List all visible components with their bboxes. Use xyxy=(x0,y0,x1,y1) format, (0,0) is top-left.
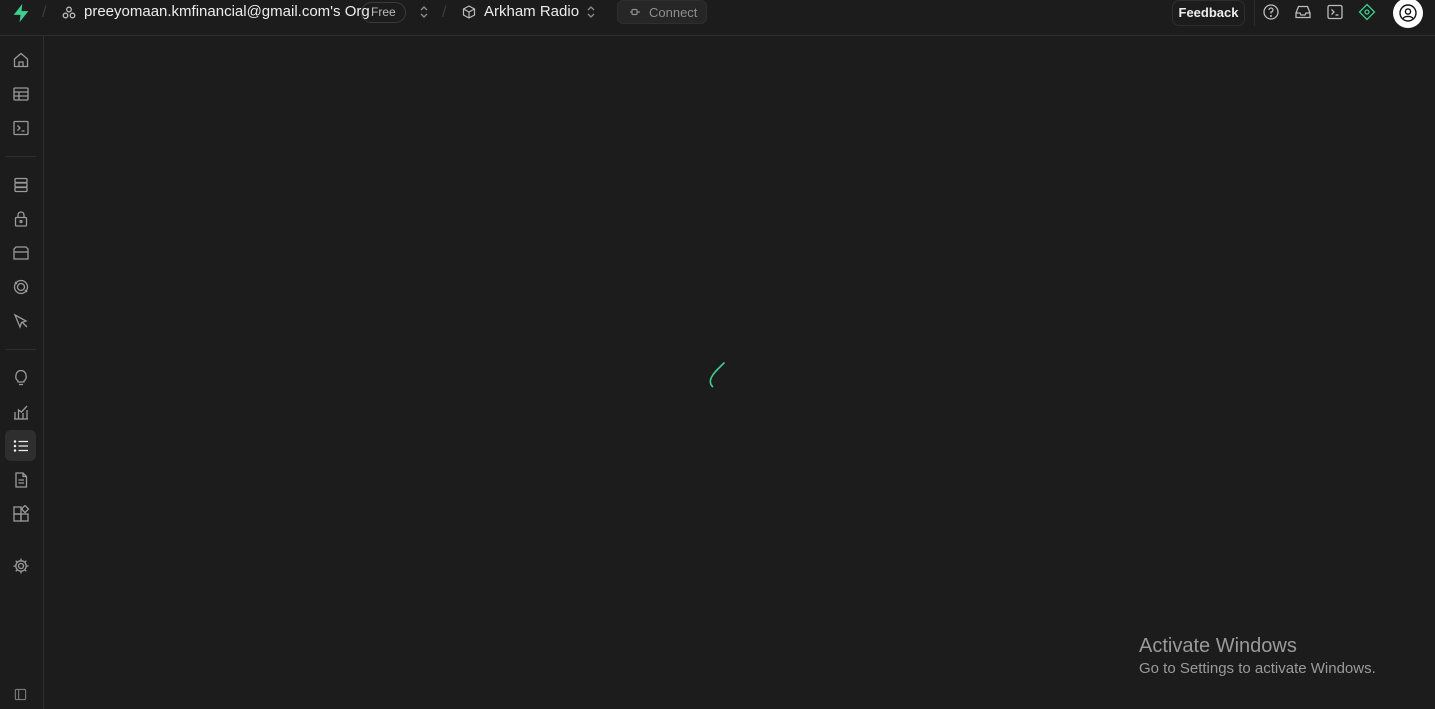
table-editor-icon xyxy=(12,86,29,101)
reports-icon xyxy=(13,405,28,420)
sidebar-item-integrations[interactable] xyxy=(5,498,36,529)
breadcrumb-separator: / xyxy=(442,4,447,21)
api-docs-icon xyxy=(14,471,27,488)
sidebar-item-authentication[interactable] xyxy=(5,203,36,234)
home-icon xyxy=(13,52,28,67)
sidebar-item-api-docs[interactable] xyxy=(5,464,36,495)
advisors-icon xyxy=(14,369,27,385)
sidebar-item-reports[interactable] xyxy=(5,396,36,427)
authentication-icon xyxy=(14,210,27,227)
connect-button[interactable]: Connect xyxy=(617,0,707,24)
logs-icon xyxy=(13,439,28,452)
storage-icon xyxy=(12,245,29,260)
sidebar-item-settings[interactable] xyxy=(5,550,36,581)
main-content xyxy=(44,36,1435,709)
sidebar-collapse-toggle[interactable] xyxy=(5,682,36,706)
sql-editor-icon xyxy=(12,120,29,135)
sidebar-item-logs[interactable] xyxy=(5,430,36,461)
toolbar-divider xyxy=(1254,0,1255,26)
org-switcher-chevron-icon[interactable] xyxy=(418,5,430,19)
realtime-icon xyxy=(13,279,28,294)
sidebar-divider xyxy=(5,156,36,157)
help-icon[interactable] xyxy=(1262,3,1280,21)
windows-activation-watermark: Activate Windows Go to Settings to activ… xyxy=(1139,635,1376,681)
sidebar-item-home[interactable] xyxy=(5,44,36,75)
sidebar xyxy=(0,36,44,709)
sidebar-item-table-editor[interactable] xyxy=(5,78,36,109)
watermark-subtitle: Go to Settings to activate Windows. xyxy=(1139,660,1376,677)
sidebar-item-edge-functions[interactable] xyxy=(5,305,36,336)
inbox-icon[interactable] xyxy=(1294,3,1312,21)
connect-label: Connect xyxy=(649,4,698,20)
database-icon xyxy=(13,177,28,192)
sidebar-item-storage[interactable] xyxy=(5,237,36,268)
user-avatar[interactable] xyxy=(1393,0,1423,28)
integrations-icon xyxy=(12,504,29,522)
watermark-title: Activate Windows xyxy=(1139,635,1297,657)
settings-icon xyxy=(13,558,28,573)
breadcrumb-separator: / xyxy=(42,4,47,21)
organization-icon xyxy=(62,6,76,19)
user-icon xyxy=(1399,4,1417,22)
project-box-icon xyxy=(462,5,476,19)
sidebar-item-sql-editor[interactable] xyxy=(5,112,36,143)
organization-name[interactable]: preeyomaan.kmfinancial@gmail.com's Org xyxy=(84,3,370,20)
plug-icon xyxy=(630,8,640,16)
sidebar-divider xyxy=(5,349,36,350)
sidebar-item-realtime[interactable] xyxy=(5,271,36,302)
project-switcher-chevron-icon[interactable] xyxy=(585,5,597,19)
terminal-icon[interactable] xyxy=(1326,3,1344,21)
advisor-icon[interactable] xyxy=(1358,3,1376,21)
sidebar-item-advisors[interactable] xyxy=(5,362,36,393)
collapse-sidebar-icon xyxy=(14,688,27,700)
loading-spinner-icon xyxy=(709,362,725,388)
feedback-button[interactable]: Feedback xyxy=(1172,0,1245,26)
sidebar-item-database[interactable] xyxy=(5,169,36,200)
supabase-logo-icon[interactable] xyxy=(10,2,32,24)
top-navigation-bar: / preeyomaan.kmfinancial@gmail.com's Org… xyxy=(0,0,1435,36)
edge-functions-icon xyxy=(13,313,28,329)
plan-badge: Free xyxy=(361,2,406,23)
project-name[interactable]: Arkham Radio xyxy=(484,3,579,20)
